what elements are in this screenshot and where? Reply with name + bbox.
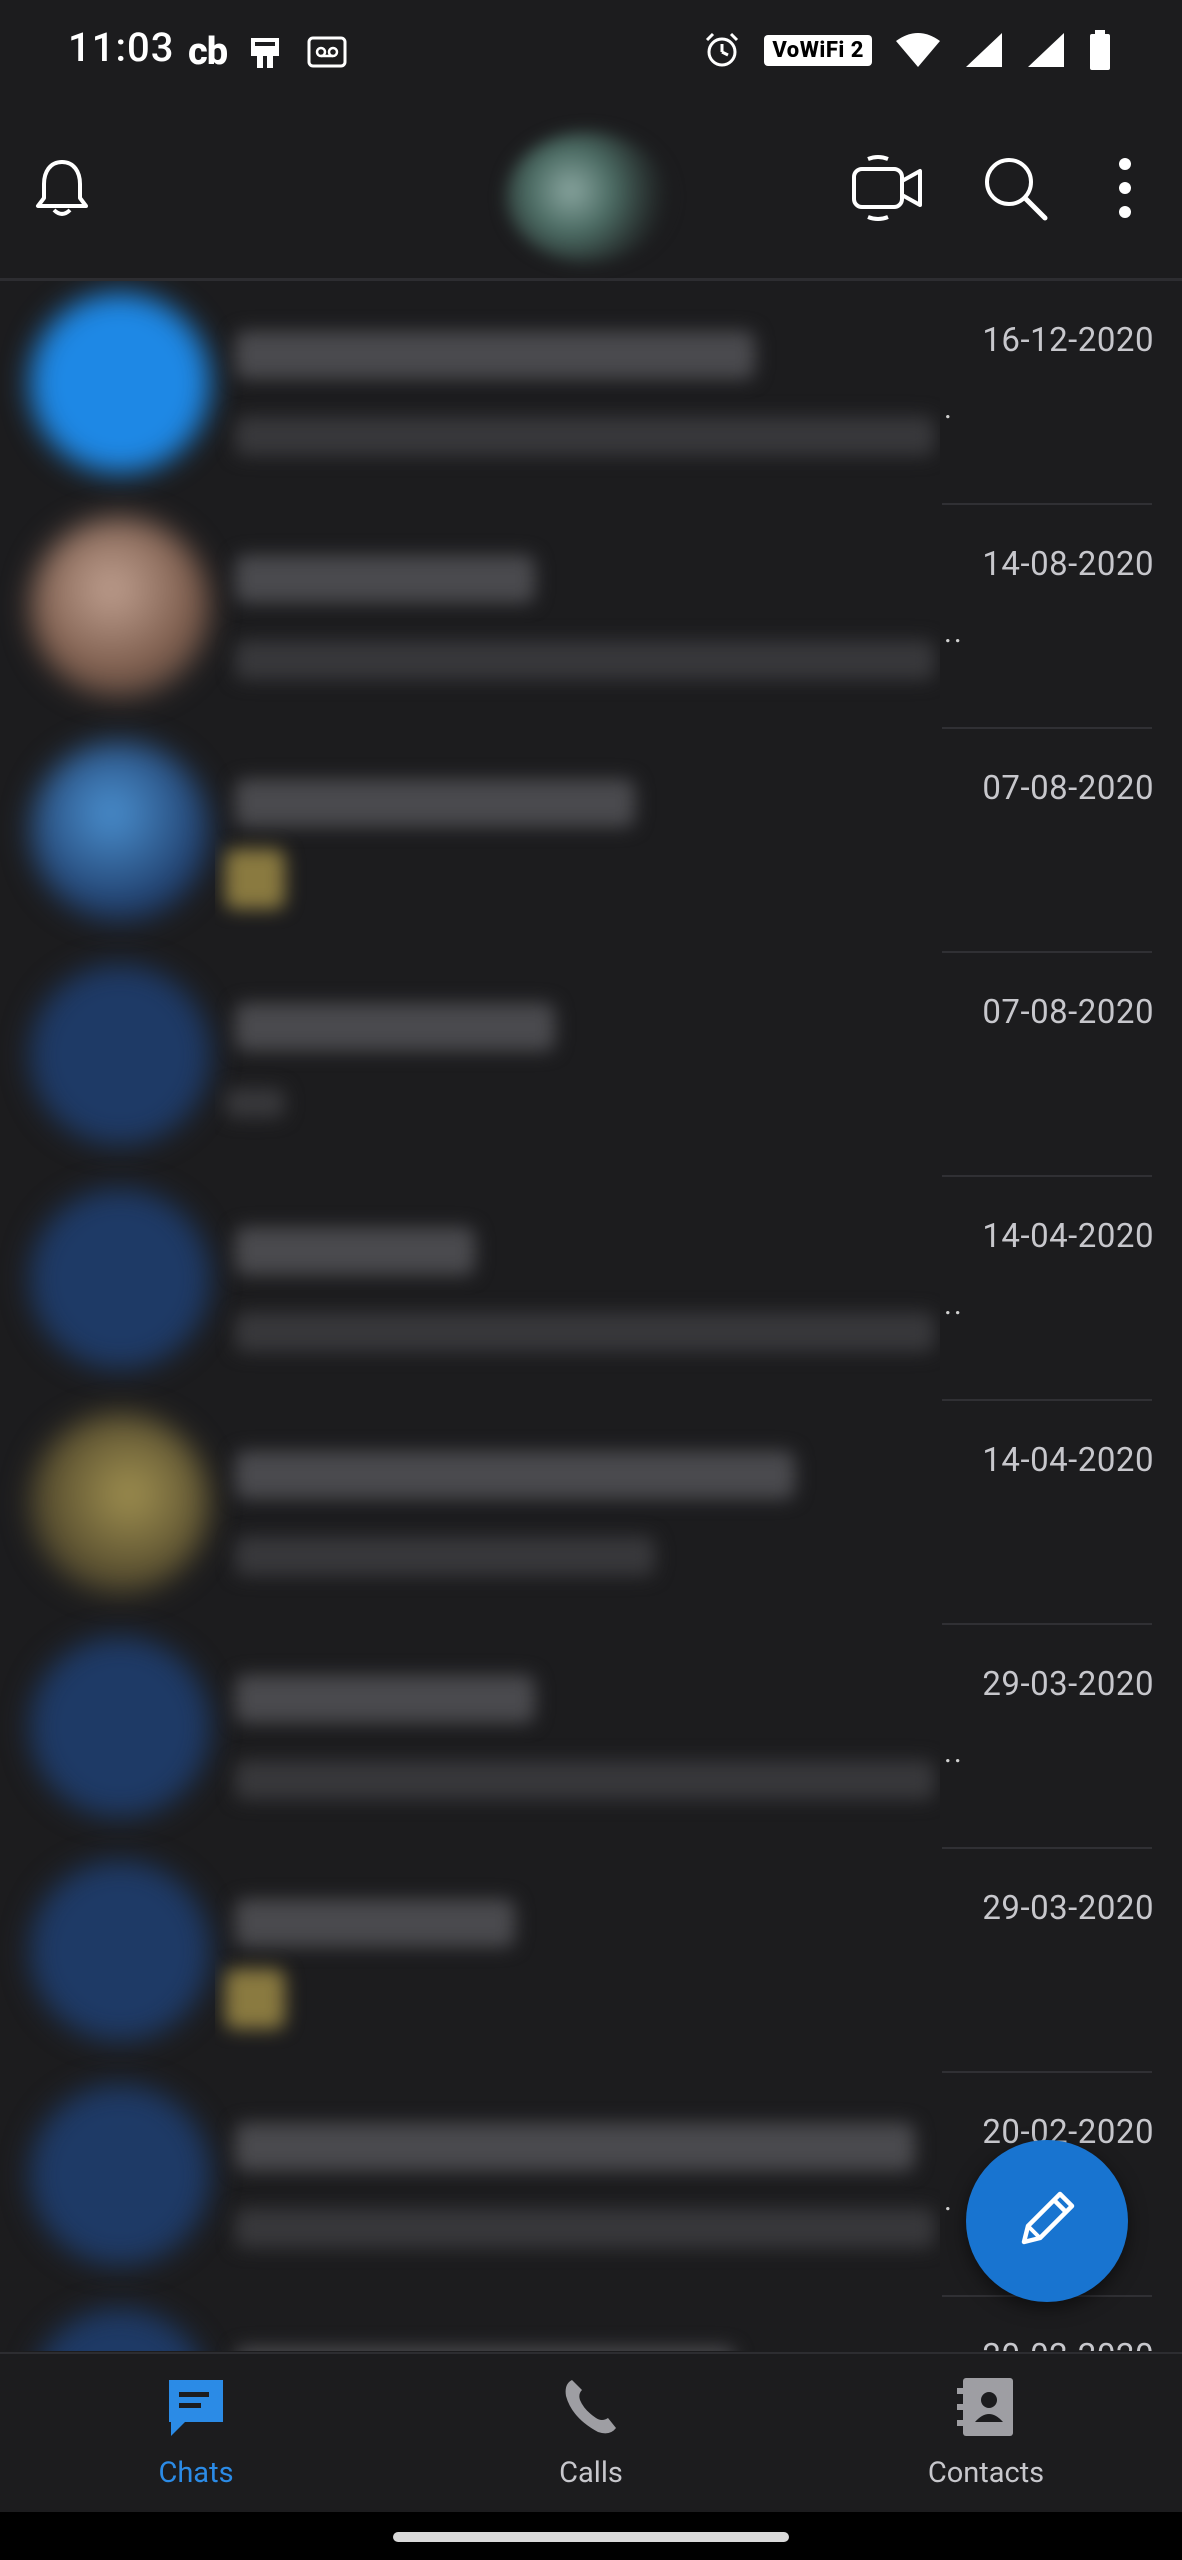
chat-dots: . (944, 391, 954, 426)
chat-item[interactable]: 29-03-2020 (0, 1849, 1182, 2073)
wifi-icon (894, 31, 942, 69)
chat-date: 29-03-2020 (982, 1889, 1154, 1928)
video-call-button[interactable] (848, 150, 928, 230)
bell-icon (32, 156, 92, 224)
tab-calls-label: Calls (559, 2456, 623, 2490)
avatar (30, 293, 210, 473)
new-chat-button[interactable] (966, 2140, 1128, 2302)
alarm-icon (702, 30, 742, 70)
network-mode-icon (247, 32, 287, 72)
video-call-icon (850, 153, 926, 227)
tab-contacts[interactable]: Contacts (876, 2374, 1096, 2504)
chat-preview-blurred (215, 973, 940, 1153)
chat-date: 14-04-2020 (982, 1217, 1154, 1256)
status-right-icons: VoWiFi 2 (702, 30, 1112, 70)
avatar (30, 1861, 210, 2041)
chat-item[interactable]: 14-08-2020 .. (0, 505, 1182, 729)
chat-dots: .. (944, 615, 964, 650)
pencil-icon (1012, 2184, 1082, 2258)
chat-date: 14-08-2020 (982, 545, 1154, 584)
chat-date: 20-02-2020 (982, 2337, 1154, 2351)
chat-list[interactable]: 16-12-2020 . 14-08-2020 .. 07-08-2020 07… (0, 281, 1182, 2351)
gesture-area (0, 2512, 1182, 2560)
status-bar: 11:03 cb VoWiFi 2 (0, 0, 1182, 100)
bottom-nav: Chats Calls Contacts (0, 2352, 1182, 2514)
chat-item[interactable]: 07-08-2020 (0, 953, 1182, 1177)
avatar (30, 517, 210, 697)
chat-preview-blurred (215, 525, 940, 705)
chat-preview-blurred (215, 749, 940, 929)
chat-item[interactable]: 20-02-2020 (0, 2297, 1182, 2351)
chat-date: 16-12-2020 (982, 321, 1154, 360)
chat-item[interactable]: 07-08-2020 (0, 729, 1182, 953)
gesture-handle[interactable] (393, 2532, 789, 2542)
chat-dots: .. (944, 1735, 964, 1770)
tab-chats-label: Chats (158, 2456, 234, 2490)
app-header (0, 100, 1182, 281)
chat-preview-blurred (215, 2317, 940, 2351)
profile-avatar[interactable] (506, 132, 668, 262)
avatar (30, 1637, 210, 1817)
avatar (30, 2309, 210, 2351)
notifications-button[interactable] (22, 150, 102, 230)
chat-date: 14-04-2020 (982, 1441, 1154, 1480)
signal-icon (1026, 31, 1066, 69)
search-button[interactable] (975, 150, 1055, 230)
carrier-text: cb (188, 30, 228, 74)
avatar (30, 965, 210, 1145)
vowifi-badge: VoWiFi 2 (764, 34, 872, 66)
search-icon (979, 152, 1051, 228)
screen: 11:03 cb VoWiFi 2 16-12-2020 . 14-08-202… (0, 0, 1182, 2560)
avatar (30, 1189, 210, 1369)
signal-icon (964, 31, 1004, 69)
battery-icon (1088, 30, 1112, 70)
chat-preview-blurred (215, 301, 940, 481)
phone-icon (558, 2374, 624, 2444)
chat-preview-blurred (215, 2093, 940, 2273)
avatar (30, 741, 210, 921)
chat-dots: . (944, 2183, 954, 2218)
chat-item[interactable]: 14-04-2020 (0, 1401, 1182, 1625)
chat-item[interactable]: 16-12-2020 . (0, 281, 1182, 505)
tab-chats[interactable]: Chats (86, 2374, 306, 2504)
chat-bubble-icon (163, 2374, 229, 2444)
chat-preview-blurred (215, 1869, 940, 2049)
contacts-book-icon (953, 2374, 1019, 2444)
chat-preview-blurred (215, 1197, 940, 1377)
more-options-button[interactable] (1085, 150, 1165, 230)
chat-preview-blurred (215, 1421, 940, 1601)
chat-date: 07-08-2020 (982, 769, 1154, 808)
chat-preview-blurred (215, 1645, 940, 1825)
chat-date: 29-03-2020 (982, 1665, 1154, 1704)
tab-contacts-label: Contacts (927, 2456, 1045, 2490)
avatar (30, 1413, 210, 1593)
status-left-icons: cb (188, 30, 347, 74)
chat-date: 07-08-2020 (982, 993, 1154, 1032)
chat-item[interactable]: 29-03-2020 .. (0, 1625, 1182, 1849)
avatar (30, 2085, 210, 2265)
status-time: 11:03 (68, 24, 175, 71)
tab-calls[interactable]: Calls (481, 2374, 701, 2504)
chat-item[interactable]: 14-04-2020 .. (0, 1177, 1182, 1401)
chat-dots: .. (944, 1287, 964, 1322)
voicemail-icon (307, 36, 347, 68)
more-vertical-icon (1115, 156, 1135, 224)
